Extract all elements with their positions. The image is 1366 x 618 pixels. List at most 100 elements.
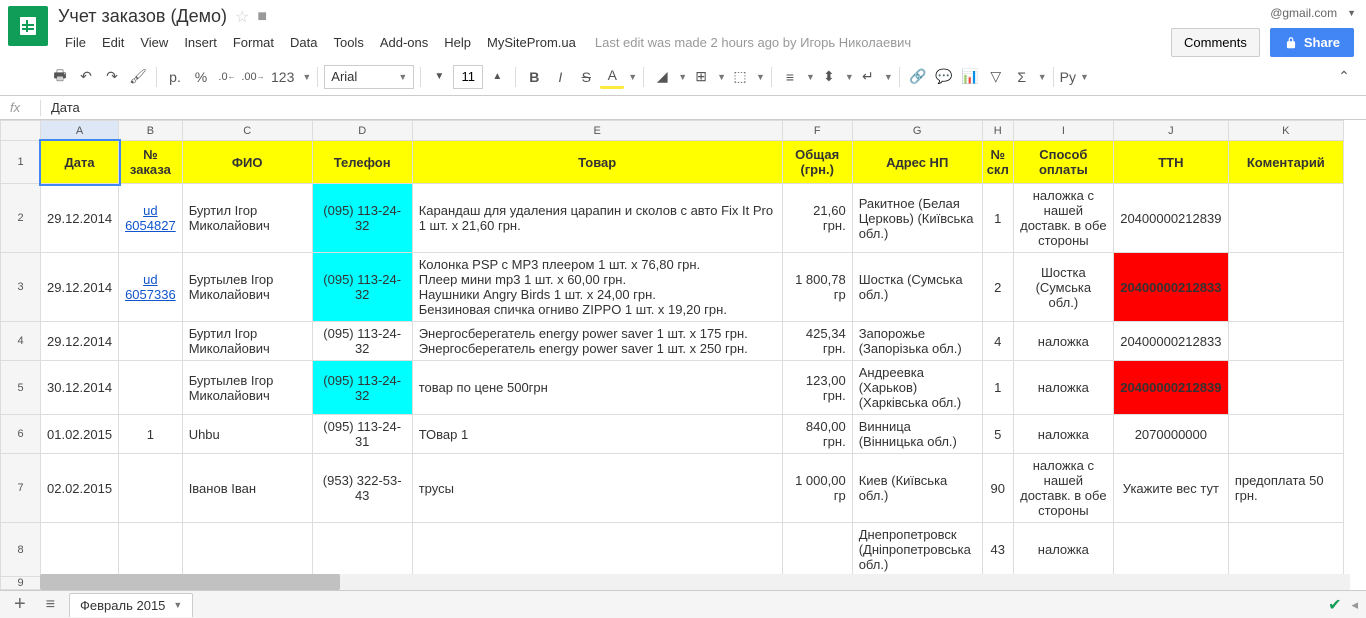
cell[interactable]: 1 800,78 гр [782,253,852,322]
cell[interactable]: наложка [1013,361,1113,415]
cell[interactable] [41,523,119,577]
folder-icon[interactable]: ■ [257,8,267,26]
cell[interactable]: предоплата 50 грн. [1228,454,1343,523]
cell[interactable]: наложка с нашей доставк. в обе стороны [1013,184,1113,253]
cell[interactable] [119,454,183,523]
cell[interactable] [1228,523,1343,577]
col-header-F[interactable]: F [782,121,852,141]
font-size-input[interactable] [453,65,483,89]
cell[interactable] [1228,322,1343,361]
header-cell[interactable]: № скл [982,141,1013,184]
row-header[interactable]: 2 [1,184,41,253]
cell[interactable]: 20400000212839 [1113,361,1228,415]
redo-button[interactable]: ↷ [100,65,124,89]
cell[interactable]: 20400000212839 [1113,184,1228,253]
col-header-J[interactable]: J [1113,121,1228,141]
cell[interactable] [182,523,312,577]
user-email[interactable]: @gmail.com [1270,6,1337,20]
header-cell[interactable]: № заказа [119,141,183,184]
sheet-tab-menu-icon[interactable]: ▼ [173,600,182,610]
cell[interactable]: 29.12.2014 [41,253,119,322]
halign-button[interactable]: ≡ [778,65,802,89]
cell[interactable]: Укажите вес тут [1113,454,1228,523]
header-cell[interactable]: Способ оплаты [1013,141,1113,184]
cell[interactable]: ud 6057336 [119,253,183,322]
menu-tools[interactable]: Tools [326,31,370,54]
header-cell[interactable]: Товар [412,141,782,184]
cell[interactable]: Колонка PSP с MP3 плеером 1 шт. x 76,80 … [412,253,782,322]
paint-format-button[interactable]: 🖌 [126,65,150,89]
cell[interactable] [1228,361,1343,415]
cell[interactable]: 4 [982,322,1013,361]
col-header-G[interactable]: G [852,121,982,141]
menu-mysiteprom.ua[interactable]: MySiteProm.ua [480,31,583,54]
print-button[interactable]: 🖶 [48,65,72,89]
header-cell[interactable]: Коментарий [1228,141,1343,184]
cell[interactable]: Днепропетровск (Дніпропетровська обл.) [852,523,982,577]
cell[interactable]: 30.12.2014 [41,361,119,415]
percent-button[interactable]: % [189,65,213,89]
cell[interactable]: Ракитное (Белая Церковь) (Київська обл.) [852,184,982,253]
cell[interactable]: 840,00 грн. [782,415,852,454]
row-header[interactable]: 1 [1,141,41,184]
last-edit-text[interactable]: Last edit was made 2 hours ago by Игорь … [595,35,911,50]
font-size-inc[interactable]: ▲ [485,65,509,89]
col-header-K[interactable]: K [1228,121,1343,141]
cell[interactable]: 43 [982,523,1013,577]
cell[interactable] [119,523,183,577]
sheet-area[interactable]: ABCDEFGHIJK 1Дата№ заказаФИОТелефонТовар… [0,120,1366,590]
menu-help[interactable]: Help [437,31,478,54]
header-cell[interactable]: Адрес НП [852,141,982,184]
cell[interactable]: 1 [982,361,1013,415]
all-sheets-button[interactable]: ≡ [40,596,61,614]
share-button[interactable]: Share [1270,28,1354,57]
header-cell[interactable]: Телефон [312,141,412,184]
cell[interactable]: товар по цене 500грн [412,361,782,415]
cell[interactable]: (095) 113-24-32 [312,253,412,322]
functions-button[interactable]: Σ [1010,65,1034,89]
cell[interactable]: 20400000212833 [1113,253,1228,322]
cell[interactable]: Энергосберегатель energy power saver 1 ш… [412,322,782,361]
add-sheet-button[interactable]: + [8,593,32,616]
row-header[interactable]: 6 [1,415,41,454]
text-color-button[interactable]: A [600,65,624,89]
cell[interactable]: Буртылев Ігор Миколайович [182,253,312,322]
cell[interactable]: ud 6054827 [119,184,183,253]
link-button[interactable]: 🔗 [906,65,930,89]
col-header-A[interactable]: A [41,121,119,141]
more-button[interactable]: ⌃ [1332,65,1356,89]
more-formats-button[interactable]: 123 [267,65,298,89]
currency-button[interactable]: p. [163,65,187,89]
fill-color-button[interactable]: ◢ [650,65,674,89]
chart-button[interactable]: 📊 [958,65,982,89]
col-header-E[interactable]: E [412,121,782,141]
cell[interactable]: (095) 113-24-32 [312,322,412,361]
col-header-H[interactable]: H [982,121,1013,141]
row-header[interactable]: 3 [1,253,41,322]
sheet-tab[interactable]: Февраль 2015 ▼ [69,593,193,617]
col-header-D[interactable]: D [312,121,412,141]
menu-insert[interactable]: Insert [177,31,224,54]
cell[interactable]: Uhbu [182,415,312,454]
bold-button[interactable]: B [522,65,546,89]
header-cell[interactable]: Дата [41,141,119,184]
cell[interactable]: наложка [1013,415,1113,454]
undo-button[interactable]: ↶ [74,65,98,89]
col-header-I[interactable]: I [1013,121,1113,141]
header-cell[interactable]: ФИО [182,141,312,184]
font-size-dec[interactable]: ▼ [427,65,451,89]
wrap-button[interactable]: ↵ [856,65,880,89]
cell[interactable] [1228,415,1343,454]
header-cell[interactable]: Общая (грн.) [782,141,852,184]
cell[interactable]: 5 [982,415,1013,454]
cell[interactable] [1228,184,1343,253]
cell[interactable]: 1 [119,415,183,454]
sheets-logo[interactable] [8,6,48,46]
cell[interactable]: (095) 113-24-31 [312,415,412,454]
cell[interactable]: Киев (Київська обл.) [852,454,982,523]
menu-edit[interactable]: Edit [95,31,131,54]
cell[interactable]: Шостка (Сумська обл.) [1013,253,1113,322]
col-header-C[interactable]: C [182,121,312,141]
header-cell[interactable]: ТТН [1113,141,1228,184]
filter-button[interactable]: ▽ [984,65,1008,89]
